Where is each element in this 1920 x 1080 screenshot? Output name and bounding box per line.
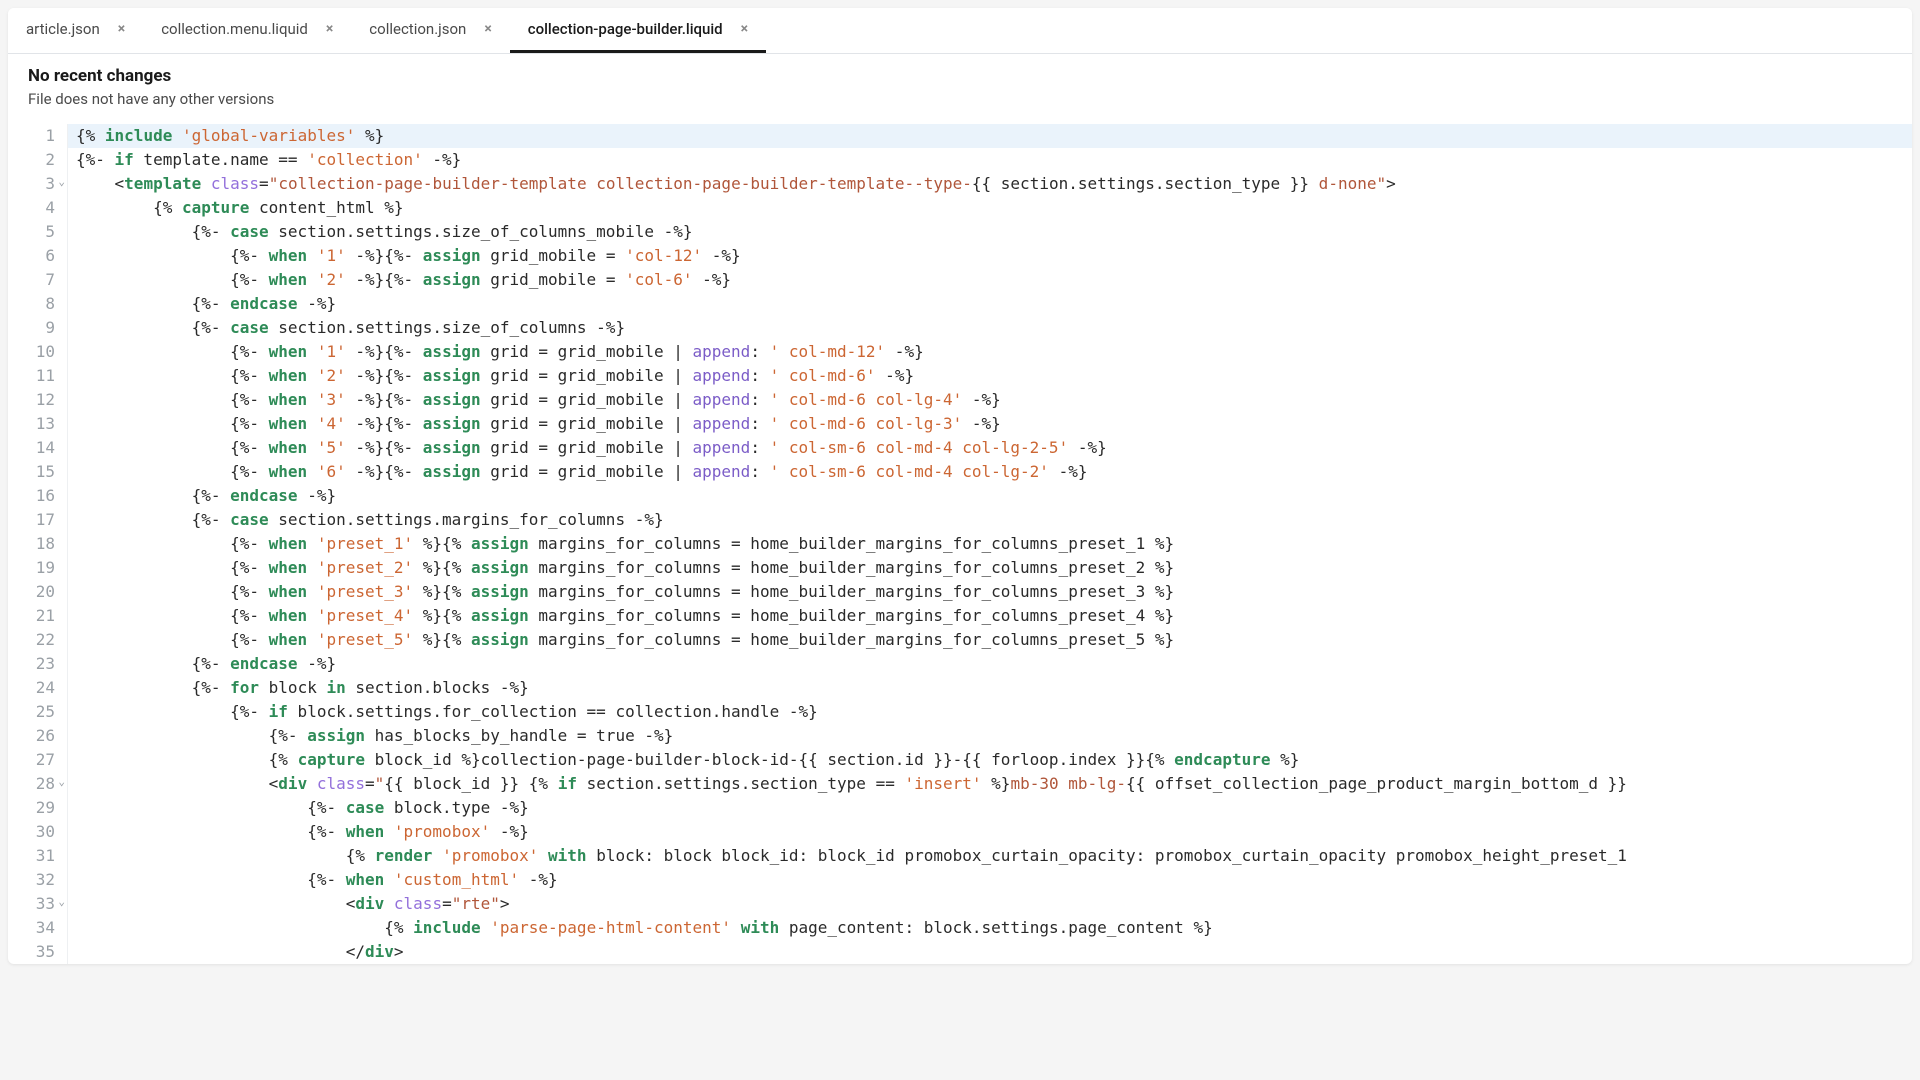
line-number[interactable]: 14: [8, 436, 63, 460]
code-line[interactable]: {%- when '1' -%}{%- assign grid = grid_m…: [68, 340, 1912, 364]
line-number[interactable]: 24: [8, 676, 63, 700]
tab-label: collection-page-builder.liquid: [528, 20, 723, 38]
tab-label: collection.json: [369, 20, 466, 38]
line-number[interactable]: 8: [8, 292, 63, 316]
line-number[interactable]: 32: [8, 868, 63, 892]
code-line[interactable]: {%- when '4' -%}{%- assign grid = grid_m…: [68, 412, 1912, 436]
code-line[interactable]: {%- endcase -%}: [68, 652, 1912, 676]
line-number[interactable]: 31: [8, 844, 63, 868]
code-line[interactable]: {%- endcase -%}: [68, 292, 1912, 316]
version-info-bar: No recent changes File does not have any…: [8, 54, 1912, 124]
close-icon[interactable]: ×: [484, 21, 491, 37]
code-line[interactable]: {%- when 'promobox' -%}: [68, 820, 1912, 844]
code-line[interactable]: {%- assign has_blocks_by_handle = true -…: [68, 724, 1912, 748]
code-line[interactable]: {%- when '5' -%}{%- assign grid = grid_m…: [68, 436, 1912, 460]
code-line[interactable]: {%- when 'preset_4' %}{% assign margins_…: [68, 604, 1912, 628]
code-line[interactable]: <template class="collection-page-builder…: [68, 172, 1912, 196]
editor-window: article.json×collection.menu.liquid×coll…: [8, 8, 1912, 964]
line-number[interactable]: 2: [8, 148, 63, 172]
code-line[interactable]: {% render 'promobox' with block: block b…: [68, 844, 1912, 868]
line-number[interactable]: 5: [8, 220, 63, 244]
code-line[interactable]: {%- when '6' -%}{%- assign grid = grid_m…: [68, 460, 1912, 484]
line-number[interactable]: 19: [8, 556, 63, 580]
line-number[interactable]: 1: [8, 124, 63, 148]
line-number[interactable]: 13: [8, 412, 63, 436]
code-editor[interactable]: 1234567891011121314151617181920212223242…: [8, 124, 1912, 964]
code-line[interactable]: {%- if block.settings.for_collection == …: [68, 700, 1912, 724]
code-line[interactable]: {%- when 'custom_html' -%}: [68, 868, 1912, 892]
code-line[interactable]: <div class="{{ block_id }} {% if section…: [68, 772, 1912, 796]
line-number[interactable]: 17: [8, 508, 63, 532]
code-line[interactable]: {%- when 'preset_2' %}{% assign margins_…: [68, 556, 1912, 580]
code-line[interactable]: {%- case block.type -%}: [68, 796, 1912, 820]
code-line[interactable]: {%- case section.settings.margins_for_co…: [68, 508, 1912, 532]
tabs-bar: article.json×collection.menu.liquid×coll…: [8, 8, 1912, 54]
code-line[interactable]: {%- when '3' -%}{%- assign grid = grid_m…: [68, 388, 1912, 412]
code-line[interactable]: <div class="rte">: [68, 892, 1912, 916]
line-number[interactable]: 27: [8, 748, 63, 772]
code-line[interactable]: {%- case section.settings.size_of_column…: [68, 316, 1912, 340]
code-line[interactable]: {%- endcase -%}: [68, 484, 1912, 508]
line-number[interactable]: 20: [8, 580, 63, 604]
line-number-gutter: 1234567891011121314151617181920212223242…: [8, 124, 68, 964]
close-icon[interactable]: ×: [326, 21, 333, 37]
line-number[interactable]: 28: [8, 772, 63, 796]
code-line[interactable]: {% include 'global-variables' %}: [68, 124, 1912, 148]
code-line[interactable]: </div>: [68, 940, 1912, 964]
code-line[interactable]: {% capture content_html %}: [68, 196, 1912, 220]
version-info-title: No recent changes: [28, 66, 1892, 86]
line-number[interactable]: 9: [8, 316, 63, 340]
line-number[interactable]: 23: [8, 652, 63, 676]
line-number[interactable]: 22: [8, 628, 63, 652]
line-number[interactable]: 35: [8, 940, 63, 964]
code-content[interactable]: {% include 'global-variables' %}{%- if t…: [68, 124, 1912, 964]
code-line[interactable]: {%- when 'preset_3' %}{% assign margins_…: [68, 580, 1912, 604]
code-line[interactable]: {%- when 'preset_1' %}{% assign margins_…: [68, 532, 1912, 556]
file-tab[interactable]: article.json ×: [8, 8, 143, 53]
code-line[interactable]: {%- when '2' -%}{%- assign grid = grid_m…: [68, 364, 1912, 388]
tab-label: collection.menu.liquid: [161, 20, 308, 38]
line-number[interactable]: 12: [8, 388, 63, 412]
line-number[interactable]: 33: [8, 892, 63, 916]
code-line[interactable]: {%- for block in section.blocks -%}: [68, 676, 1912, 700]
tab-label: article.json: [26, 20, 100, 38]
code-line[interactable]: {%- if template.name == 'collection' -%}: [68, 148, 1912, 172]
line-number[interactable]: 30: [8, 820, 63, 844]
version-info-subtitle: File does not have any other versions: [28, 90, 1892, 108]
code-line[interactable]: {%- case section.settings.size_of_column…: [68, 220, 1912, 244]
line-number[interactable]: 7: [8, 268, 63, 292]
line-number[interactable]: 10: [8, 340, 63, 364]
line-number[interactable]: 25: [8, 700, 63, 724]
line-number[interactable]: 15: [8, 460, 63, 484]
close-icon[interactable]: ×: [741, 21, 748, 37]
line-number[interactable]: 11: [8, 364, 63, 388]
line-number[interactable]: 6: [8, 244, 63, 268]
code-line[interactable]: {% include 'parse-page-html-content' wit…: [68, 916, 1912, 940]
line-number[interactable]: 16: [8, 484, 63, 508]
close-icon[interactable]: ×: [118, 21, 125, 37]
code-line[interactable]: {%- when 'preset_5' %}{% assign margins_…: [68, 628, 1912, 652]
line-number[interactable]: 26: [8, 724, 63, 748]
line-number[interactable]: 29: [8, 796, 63, 820]
line-number[interactable]: 3: [8, 172, 63, 196]
file-tab[interactable]: collection-page-builder.liquid ×: [510, 8, 766, 53]
line-number[interactable]: 34: [8, 916, 63, 940]
line-number[interactable]: 21: [8, 604, 63, 628]
line-number[interactable]: 18: [8, 532, 63, 556]
code-line[interactable]: {% capture block_id %}collection-page-bu…: [68, 748, 1912, 772]
file-tab[interactable]: collection.menu.liquid ×: [143, 8, 351, 53]
code-line[interactable]: {%- when '1' -%}{%- assign grid_mobile =…: [68, 244, 1912, 268]
line-number[interactable]: 4: [8, 196, 63, 220]
file-tab[interactable]: collection.json ×: [351, 8, 509, 53]
code-line[interactable]: {%- when '2' -%}{%- assign grid_mobile =…: [68, 268, 1912, 292]
